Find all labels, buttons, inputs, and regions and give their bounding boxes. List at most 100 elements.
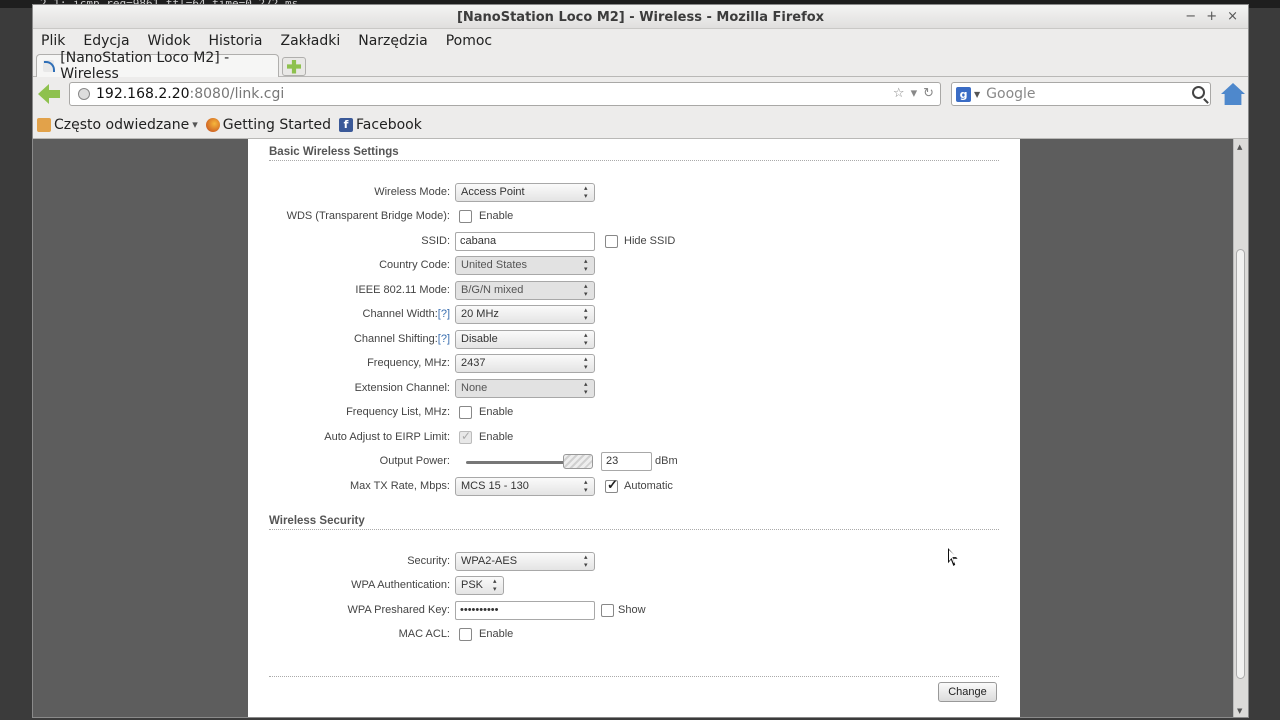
row-wireless-mode: Wireless Mode: Access Point: [248, 183, 1020, 203]
extension-channel-select[interactable]: None: [455, 379, 595, 398]
mac-acl-enable-label: Enable: [479, 628, 514, 640]
home-icon[interactable]: [1221, 83, 1245, 105]
search-engine-dropdown-icon[interactable]: ▼: [974, 90, 980, 99]
scrollbar-thumb[interactable]: [1236, 249, 1245, 679]
new-tab-button[interactable]: [282, 57, 306, 76]
minimize-icon[interactable]: −: [1185, 9, 1196, 24]
wpa-authentication-select[interactable]: PSK: [455, 576, 504, 595]
url-host: 192.168.2.20: [96, 86, 190, 102]
channel-width-text: Channel Width:: [362, 308, 438, 320]
browser-window: [NanoStation Loco M2] - Wireless - Mozil…: [32, 4, 1249, 718]
eirp-checkbox[interactable]: [459, 429, 472, 444]
menu-file[interactable]: Plik: [41, 33, 65, 49]
maximize-icon[interactable]: +: [1206, 9, 1217, 24]
frequency-list-checkbox[interactable]: [459, 406, 472, 419]
rss-icon: [43, 60, 56, 72]
row-channel-width: Channel Width:[?] 20 MHz: [248, 305, 1020, 325]
chevron-down-icon: ▾: [192, 118, 198, 131]
extension-channel-label: Extension Channel:: [354, 382, 450, 394]
automatic-checkbox[interactable]: [605, 477, 618, 493]
divider: [269, 160, 999, 161]
row-ssid: SSID: cabana Hide SSID: [248, 232, 1020, 252]
wds-checkbox[interactable]: [459, 210, 472, 223]
max-tx-rate-select[interactable]: MCS 15 - 130: [455, 477, 595, 496]
frequency-list-enable-label: Enable: [479, 406, 514, 418]
bookmark-most-visited[interactable]: Często odwiedzane ▾: [37, 117, 198, 133]
row-extension-channel: Extension Channel: None: [248, 379, 1020, 399]
url-bar[interactable]: 192.168.2.20 :8080/link.cgi ☆ ▾ ↻: [69, 82, 941, 106]
reload-icon[interactable]: ↻: [923, 86, 934, 101]
row-output-power: Output Power: 23 dBm: [248, 452, 1020, 472]
security-select[interactable]: WPA2-AES: [455, 552, 595, 571]
scroll-up-icon[interactable]: ▲: [1237, 143, 1242, 151]
divider: [269, 676, 999, 677]
hide-ssid-label: Hide SSID: [624, 235, 676, 247]
channel-shifting-select[interactable]: Disable: [455, 330, 595, 349]
menu-view[interactable]: Widok: [148, 33, 191, 49]
dropdown-icon[interactable]: ▾: [911, 86, 918, 101]
close-icon[interactable]: ×: [1227, 9, 1238, 24]
menu-tools[interactable]: Narzędzia: [358, 33, 427, 49]
bookmark-label: Facebook: [356, 116, 422, 133]
tab-bar: [NanoStation Loco M2] - Wireless: [33, 50, 1248, 82]
channel-width-select[interactable]: 20 MHz: [455, 305, 595, 324]
url-path: :8080/link.cgi: [189, 86, 285, 102]
page-viewport: Basic Wireless Settings Wireless Mode: A…: [33, 139, 1248, 717]
row-country: Country Code: United States: [248, 256, 1020, 276]
channel-width-help-link[interactable]: [?]: [438, 308, 450, 320]
wireless-mode-select[interactable]: Access Point: [455, 183, 595, 202]
divider: [269, 529, 999, 530]
eirp-label: Auto Adjust to EIRP Limit:: [324, 431, 450, 443]
output-power-slider-handle[interactable]: [563, 454, 593, 469]
firefox-icon: [205, 117, 220, 132]
ieee-mode-label: IEEE 802.11 Mode:: [355, 284, 450, 296]
facebook-icon: f: [339, 117, 354, 132]
back-arrow-icon[interactable]: [38, 84, 60, 104]
search-bar[interactable]: g ▼ Google: [951, 82, 1211, 106]
channel-shifting-help-link[interactable]: [?]: [438, 333, 450, 345]
search-icon[interactable]: [1192, 86, 1205, 99]
mac-acl-label: MAC ACL:: [398, 628, 450, 640]
frequency-select[interactable]: 2437: [455, 354, 595, 373]
scroll-down-icon[interactable]: ▼: [1237, 707, 1242, 715]
row-ieee-mode: IEEE 802.11 Mode: B/G/N mixed: [248, 281, 1020, 301]
wpa-preshared-key-input[interactable]: ••••••••••: [455, 601, 595, 620]
frequency-list-label: Frequency List, MHz:: [346, 406, 450, 418]
bookmarks-bar: Często odwiedzane ▾ Getting Started f Fa…: [33, 111, 1248, 139]
settings-page: Basic Wireless Settings Wireless Mode: A…: [248, 139, 1020, 717]
mouse-cursor-icon: [948, 548, 960, 566]
change-button[interactable]: Change: [938, 682, 997, 702]
menu-bookmarks[interactable]: Zakładki: [281, 33, 341, 49]
plus-icon: [287, 59, 301, 74]
bookmark-facebook[interactable]: f Facebook: [339, 117, 422, 133]
menu-help[interactable]: Pomoc: [446, 33, 492, 49]
mac-acl-checkbox[interactable]: [459, 628, 472, 641]
bookmark-getting-started[interactable]: Getting Started: [205, 117, 331, 133]
ssid-label: SSID:: [421, 235, 450, 247]
star-icon[interactable]: ☆: [893, 86, 905, 101]
search-placeholder: Google: [986, 86, 1036, 102]
wireless-security-heading: Wireless Security: [269, 515, 365, 527]
country-select[interactable]: United States: [455, 256, 595, 275]
tab-wireless[interactable]: [NanoStation Loco M2] - Wireless: [36, 50, 279, 82]
output-power-unit: dBm: [655, 455, 678, 467]
folder-icon: [37, 117, 51, 132]
bookmark-label: Często odwiedzane: [54, 116, 190, 133]
wireless-mode-label: Wireless Mode:: [374, 186, 450, 198]
row-wpa-preshared-key: WPA Preshared Key: •••••••••• Show: [248, 601, 1020, 621]
window-title: [NanoStation Loco M2] - Wireless - Mozil…: [456, 10, 825, 25]
row-channel-shifting: Channel Shifting:[?] Disable: [248, 330, 1020, 350]
google-icon[interactable]: g: [956, 86, 971, 102]
menu-history[interactable]: Historia: [209, 33, 263, 49]
menu-edit[interactable]: Edycja: [83, 33, 129, 49]
show-key-checkbox[interactable]: [601, 604, 614, 617]
vertical-scrollbar[interactable]: ▲ ▼: [1233, 139, 1248, 717]
row-mac-acl: MAC ACL: Enable: [248, 625, 1020, 645]
row-max-tx-rate: Max TX Rate, Mbps: MCS 15 - 130 Automati…: [248, 477, 1020, 497]
row-frequency: Frequency, MHz: 2437: [248, 354, 1020, 374]
ssid-input[interactable]: cabana: [455, 232, 595, 251]
output-power-input[interactable]: 23: [601, 452, 652, 471]
ieee-mode-select[interactable]: B/G/N mixed: [455, 281, 595, 300]
hide-ssid-checkbox[interactable]: [605, 235, 618, 248]
row-security: Security: WPA2-AES: [248, 552, 1020, 572]
